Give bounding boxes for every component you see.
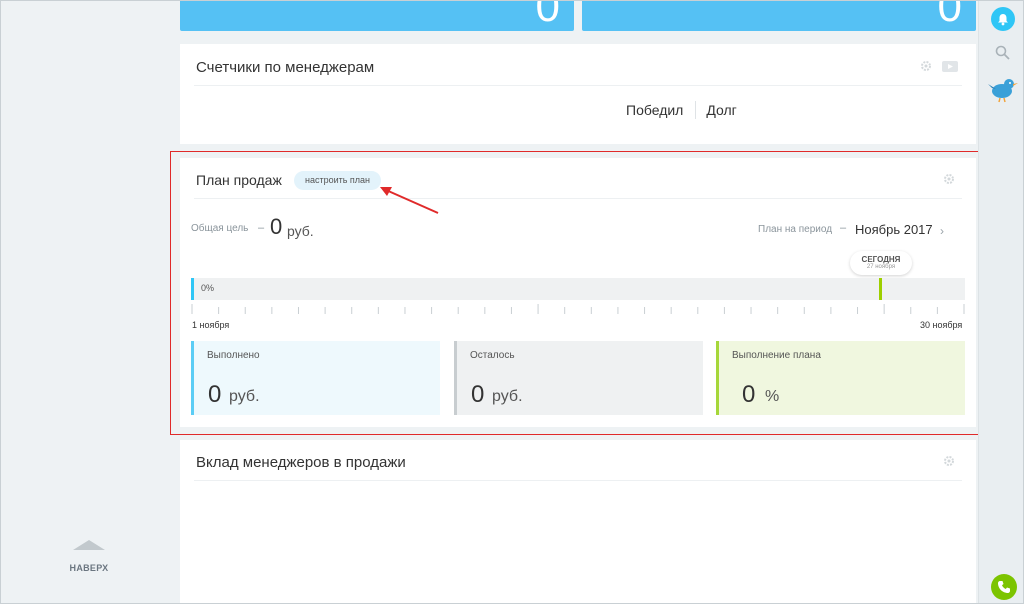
top-card-value: 0 — [535, 0, 560, 31]
column-separator — [695, 101, 697, 119]
divider — [194, 480, 962, 481]
video-icon[interactable] — [942, 61, 958, 72]
arrow-up-icon — [73, 540, 105, 550]
gear-icon[interactable] — [920, 60, 932, 72]
top-card-2[interactable]: 0 — [582, 0, 976, 31]
top-card-value: 0 — [937, 0, 962, 31]
scroll-to-top-button[interactable]: НАВЕРХ — [64, 540, 114, 576]
top-card-1[interactable]: 0 — [180, 0, 574, 31]
counter-columns: Победил Долг — [626, 101, 737, 119]
counters-panel: Счетчики по менеджерам — [180, 44, 976, 144]
right-sidebar — [978, 0, 1024, 604]
contribution-panel: Вклад менеджеров в продажи — [180, 440, 976, 604]
search-icon[interactable] — [994, 44, 1012, 62]
bird-avatar-icon[interactable] — [988, 74, 1018, 104]
highlight-frame — [170, 151, 986, 435]
column-debt: Долг — [706, 102, 737, 118]
bell-icon[interactable] — [991, 7, 1015, 31]
contribution-panel-title: Вклад менеджеров в продажи — [196, 454, 406, 471]
column-won: Победил — [626, 102, 684, 118]
phone-icon[interactable] — [991, 574, 1017, 600]
divider — [194, 85, 962, 86]
counters-panel-title: Счетчики по менеджерам — [196, 59, 375, 76]
scroll-to-top-label: НАВЕРХ — [69, 563, 109, 573]
gear-icon[interactable] — [943, 455, 955, 467]
